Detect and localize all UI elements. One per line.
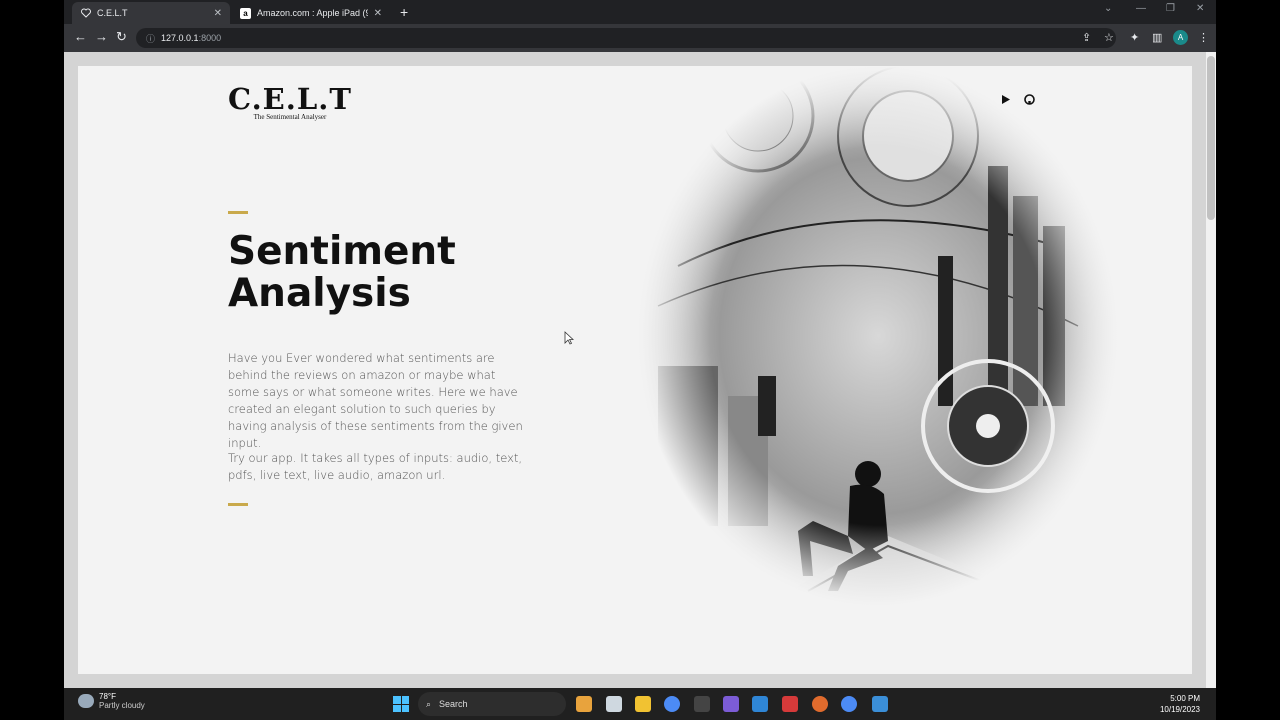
start-button[interactable] — [393, 696, 409, 712]
tab-title: C.E.L.T — [97, 8, 128, 18]
search-icon: ⌕ — [426, 698, 432, 709]
hero-cta-text: Try our app. It takes all types of input… — [228, 451, 523, 482]
back-button[interactable]: ← — [74, 30, 87, 44]
page-title: Sentiment Analysis — [228, 229, 456, 316]
weather-desc: Partly cloudy — [99, 701, 145, 710]
widgets-icon[interactable] — [576, 696, 592, 712]
scrollbar[interactable] — [1206, 52, 1216, 688]
site-logo[interactable]: C.E.L.T The Sentimental Analyser — [228, 84, 352, 121]
maximize-button[interactable]: ❐ — [1166, 3, 1175, 14]
close-window-button[interactable]: ✕ — [1196, 3, 1204, 14]
taskbar-search[interactable]: ⌕ Search — [418, 692, 566, 716]
close-tab-icon[interactable]: ✕ — [214, 8, 222, 19]
amazon-icon: a — [240, 7, 251, 19]
accent-divider — [228, 503, 248, 506]
logo-mark: C.E.L.T — [228, 82, 352, 116]
new-tab-button[interactable]: + — [400, 4, 408, 20]
scrollbar-thumb[interactable] — [1207, 56, 1215, 220]
heart-icon — [80, 8, 91, 19]
os-app-icon[interactable] — [782, 696, 798, 712]
close-tab-icon[interactable]: ✕ — [374, 8, 382, 19]
github-icon[interactable] — [1024, 94, 1035, 108]
weather-icon — [78, 694, 94, 708]
mouse-cursor-icon — [564, 331, 574, 345]
share-icon[interactable]: ⇪ — [1082, 31, 1091, 44]
minimize-button[interactable]: — — [1136, 3, 1146, 14]
side-panel-icon[interactable]: ▥ — [1152, 31, 1162, 44]
search-label: Search — [439, 699, 468, 709]
info-icon[interactable]: ⓘ — [146, 32, 155, 45]
chevron-down-icon[interactable]: ⌄ — [1104, 3, 1112, 14]
page-viewport: C.E.L.T The Sentimental Analyser Sentime… — [64, 52, 1216, 688]
windows-taskbar: 78°F Partly cloudy ⌕ Search 5:00 PM 10/1… — [64, 688, 1216, 720]
weather-widget[interactable]: 78°F Partly cloudy — [78, 692, 145, 710]
address-bar[interactable]: ⓘ 127.0.0.1:8000 — [136, 28, 1116, 48]
play-icon[interactable] — [1001, 94, 1011, 108]
chrome-profile-icon[interactable] — [841, 696, 857, 712]
accent-divider — [228, 211, 248, 214]
browser-toolbar: ← → ↻ ⓘ 127.0.0.1:8000 ⇪ ☆ ✦ ▥ A ⋮ — [64, 24, 1216, 52]
forward-button[interactable]: → — [95, 30, 108, 44]
system-clock[interactable]: 5:00 PM 10/19/2023 — [1160, 693, 1200, 715]
app-icon[interactable] — [812, 696, 828, 712]
chrome-icon[interactable] — [664, 696, 680, 712]
star-icon[interactable]: ☆ — [1104, 31, 1114, 44]
file-explorer-icon[interactable] — [635, 696, 651, 712]
hero-illustration — [638, 66, 1118, 606]
avatar[interactable]: A — [1173, 30, 1188, 45]
landing-page: C.E.L.T The Sentimental Analyser Sentime… — [78, 66, 1192, 674]
menu-icon[interactable]: ⋮ — [1198, 31, 1209, 44]
url-text: 127.0.0.1:8000 — [161, 33, 222, 43]
obsidian-icon[interactable] — [723, 696, 739, 712]
photos-icon[interactable] — [872, 696, 888, 712]
tab-amazon[interactable]: a Amazon.com : Apple iPad (9th G ✕ — [232, 2, 390, 24]
browser-window: C.E.L.T ✕ a Amazon.com : Apple iPad (9th… — [64, 0, 1216, 688]
extensions-icon[interactable]: ✦ — [1130, 31, 1139, 44]
tab-title: Amazon.com : Apple iPad (9th G — [257, 8, 368, 18]
tab-strip: C.E.L.T ✕ a Amazon.com : Apple iPad (9th… — [64, 0, 1216, 24]
hero-description: Have you Ever wondered what sentiments a… — [228, 351, 523, 450]
terminal-icon[interactable] — [694, 696, 710, 712]
reload-button[interactable]: ↻ — [116, 30, 127, 44]
task-view-icon[interactable] — [606, 696, 622, 712]
weather-temp: 78°F — [99, 692, 116, 701]
vscode-icon[interactable] — [752, 696, 768, 712]
tab-celt[interactable]: C.E.L.T ✕ — [72, 2, 230, 24]
